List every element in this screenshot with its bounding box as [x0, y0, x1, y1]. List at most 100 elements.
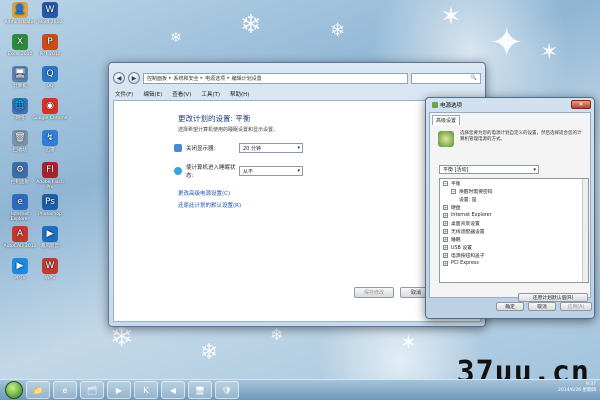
taskbar-button[interactable]: 📁 — [26, 381, 50, 399]
page-title: 更改计划的设置: 平衡 — [178, 114, 251, 123]
breadcrumb-item[interactable]: 系统和安全 — [174, 75, 199, 82]
sleep-setting: 使计算机进入睡眠状态: 从不 ▾ — [174, 163, 303, 179]
taskbar-button[interactable]: ◀ — [161, 381, 185, 399]
expand-icon[interactable]: + — [443, 244, 448, 250]
menu-view[interactable]: 查看(V) — [172, 90, 191, 98]
expand-icon[interactable]: + — [443, 260, 448, 266]
restore-defaults-link[interactable]: 还原此计划的默认设置(R) — [178, 201, 241, 209]
menu-edit[interactable]: 编辑(E) — [143, 90, 162, 98]
desktop-icon[interactable]: Q QQ — [32, 66, 68, 89]
breadcrumb-item[interactable]: 控制面板 — [147, 75, 167, 82]
snowflake-decoration: ❄ — [330, 20, 346, 41]
desktop-icon[interactable]: Fl Adobe Flash Pro — [32, 162, 68, 190]
dialog-description: 选择您要为您的电源计划自定义的设置，然后选择适合您的计算机管理电源的方式。 — [460, 131, 582, 142]
desktop-icon-label: Word 2010 — [37, 20, 63, 25]
desktop-icon[interactable]: P PPT 2010 — [32, 34, 68, 57]
app-icon: ▶ — [42, 226, 58, 242]
close-icon[interactable]: ✕ — [571, 100, 591, 109]
tree-item-label: 硬盘 — [451, 205, 461, 211]
tree-item[interactable]: + 桌面背景设置 — [440, 219, 588, 227]
snowflake-decoration: ❄ — [270, 325, 284, 344]
tree-item-label: USB 设置 — [451, 245, 472, 251]
advanced-settings-link[interactable]: 更改高级电源设置(C) — [178, 189, 230, 197]
moon-icon — [174, 167, 182, 175]
menu-file[interactable]: 文件(F) — [115, 90, 133, 98]
menu-tools[interactable]: 工具(T) — [201, 90, 220, 98]
app-icon: Q — [42, 66, 58, 82]
app-icon: W — [42, 258, 58, 274]
tree-item-label: 设置: 是 — [459, 197, 477, 203]
expand-icon[interactable]: + — [443, 228, 448, 234]
tree-item-label: 睡眠 — [451, 237, 461, 243]
desktop-icon-label: 迅雷 — [45, 148, 55, 153]
tab-advanced-settings[interactable]: 高级设置 — [432, 115, 461, 125]
desktop-icon[interactable]: W WPS — [32, 258, 68, 281]
plan-select[interactable]: 平衡 [活动] ▾ — [439, 165, 539, 174]
tree-item[interactable]: + 电源按钮和盖子 — [440, 251, 588, 259]
app-icon: X — [12, 34, 28, 50]
forward-button[interactable]: ▶ — [128, 72, 140, 84]
expand-icon[interactable]: + — [443, 236, 448, 242]
sleep-select[interactable]: 从不 ▾ — [239, 166, 303, 176]
back-button[interactable]: ◀ — [113, 72, 125, 84]
tree-item[interactable]: + 睡眠 — [440, 235, 588, 243]
taskbar-button[interactable]: e — [53, 381, 77, 399]
system-tray-clock[interactable]: 9:37 2014/6/26 星期四 — [558, 382, 596, 394]
display-off-setting: 关闭显示器: 20 分钟 ▾ — [174, 143, 303, 153]
search-input[interactable]: 🔍 — [411, 72, 481, 84]
ok-button[interactable]: 确定 — [496, 302, 524, 311]
desktop-icon[interactable]: ◉ Google Chrome — [32, 98, 68, 121]
chevron-down-icon: ▾ — [297, 145, 300, 151]
taskbar-button[interactable]: ▶ — [107, 381, 131, 399]
desktop-icon[interactable]: W Word 2010 — [32, 2, 68, 25]
power-icon — [432, 102, 438, 108]
desktop-icon[interactable]: Ps Photoshop — [32, 194, 68, 217]
expand-icon[interactable]: + — [443, 212, 448, 218]
collapse-icon[interactable]: − — [443, 180, 448, 186]
save-button[interactable]: 保存修改 — [354, 287, 394, 298]
breadcrumb-item[interactable]: 编辑计划设置 — [232, 75, 262, 82]
taskbar-button[interactable]: 🗂 — [80, 381, 104, 399]
tree-item-label: PCI Express — [451, 260, 479, 266]
desktop-icon[interactable]: ↯ 迅雷 — [32, 130, 68, 153]
menu-help[interactable]: 帮助(H) — [230, 90, 249, 98]
tree-item[interactable]: + 无线适配器设置 — [440, 227, 588, 235]
dialog-panel: 高级设置 选择您要为您的电源计划自定义的设置，然后选择适合您的计算机管理电源的方… — [429, 112, 591, 302]
collapse-icon[interactable]: − — [451, 188, 456, 194]
app-icon: 🗑 — [12, 130, 28, 146]
app-icon: ◉ — [42, 98, 58, 114]
settings-tree[interactable]: − 平衡 − 唤醒时需要密码 设置: 是 + 硬盘 + Internet Explorer + 桌面… — [439, 178, 589, 283]
taskbar-button[interactable]: 🛡 — [215, 381, 239, 399]
desktop-icon[interactable]: ▶ 暴风影音 — [32, 226, 68, 249]
taskbar-items: 📁 e 🗂 ▶ K ◀ 🖥 🛡 — [23, 381, 239, 399]
expand-icon[interactable]: + — [443, 220, 448, 226]
taskbar: 📁 e 🗂 ▶ K ◀ 🖥 🛡 9:37 2014/6/26 星期四 — [0, 379, 600, 400]
tree-item[interactable]: 设置: 是 — [440, 195, 588, 203]
cancel-button[interactable]: 取消 — [528, 302, 556, 311]
dialog-title: 电源选项 — [432, 101, 462, 109]
tree-item[interactable]: + 硬盘 — [440, 203, 588, 211]
tree-item[interactable]: + PCI Express — [440, 259, 588, 267]
tree-item[interactable]: + USB 设置 — [440, 243, 588, 251]
display-off-select[interactable]: 20 分钟 ▾ — [239, 143, 303, 153]
tree-item[interactable]: − 唤醒时需要密码 — [440, 187, 588, 195]
desktop-icon-label: 暴风影音 — [41, 244, 59, 249]
apply-button[interactable]: 应用(A) — [560, 302, 592, 311]
expand-icon[interactable]: + — [443, 204, 448, 210]
restore-plan-defaults-button[interactable]: 还原计划默认值(R) — [518, 293, 588, 302]
snowflake-decoration: ❄ — [200, 340, 219, 365]
expand-icon[interactable]: + — [443, 252, 448, 258]
start-button[interactable] — [5, 381, 23, 399]
app-icon: ⚙ — [12, 162, 28, 178]
chevron-down-icon: ▾ — [533, 166, 536, 173]
scrollbar[interactable] — [582, 179, 588, 282]
app-icon: A — [12, 226, 28, 242]
breadcrumb-item[interactable]: 电源选项 — [205, 75, 225, 82]
tree-item[interactable]: + Internet Explorer — [440, 211, 588, 219]
taskbar-button[interactable]: K — [134, 381, 158, 399]
taskbar-button[interactable]: 🖥 — [188, 381, 212, 399]
address-bar[interactable]: 控制面板 ▸ 系统和安全 ▸ 电源选项 ▸ 编辑计划设置 — [143, 72, 408, 84]
power-options-dialog[interactable]: 电源选项 ✕ 高级设置 选择您要为您的电源计划自定义的设置，然后选择适合您的计算… — [425, 97, 595, 319]
snowflake-decoration: ❄ — [170, 30, 182, 46]
tree-item[interactable]: − 平衡 — [440, 179, 588, 187]
